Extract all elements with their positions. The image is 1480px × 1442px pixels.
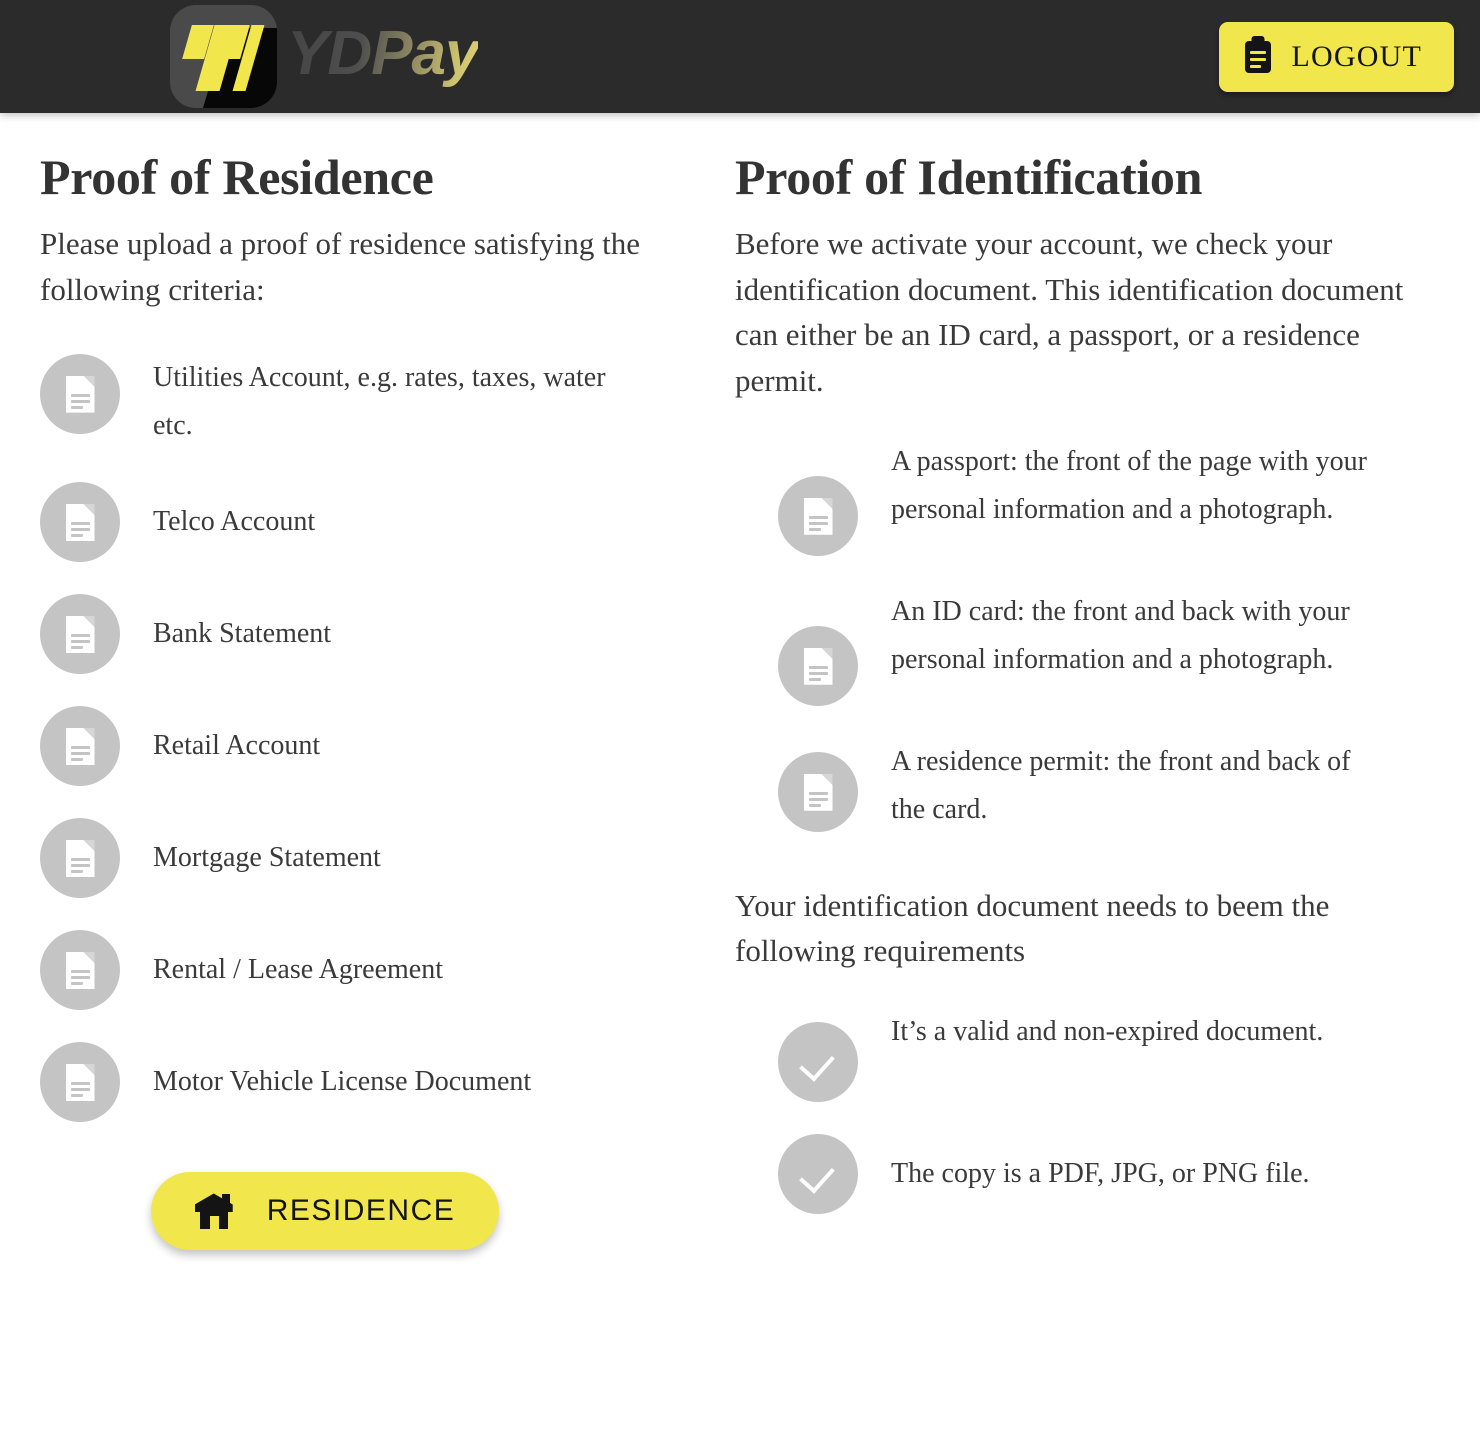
requirements-heading-wrap: Your identification document needs to be…	[735, 883, 1450, 974]
home-icon	[194, 1193, 233, 1230]
residence-button-label: RESIDENCE	[266, 1194, 456, 1228]
list-item-label: Mortgage Statement	[153, 842, 381, 874]
document-icon	[778, 752, 858, 833]
list-item: Rental / Lease Agreement	[40, 930, 700, 1011]
list-item: The copy is a PDF, JPG, or PNG file.	[778, 1133, 1450, 1214]
document-icon	[40, 482, 120, 563]
residence-intro: Please upload a proof of residence satis…	[40, 226, 641, 307]
brand-name: YDPay	[287, 22, 479, 91]
clipboard-icon	[1245, 41, 1272, 73]
residence-title: Proof of Residence	[40, 149, 434, 205]
app-header: YDPay LOGOUT	[0, 0, 1480, 113]
list-item: A passport: the front of the page with y…	[778, 438, 1450, 557]
document-icon	[40, 818, 120, 899]
list-item: It’s a valid and non-expired document.	[778, 1008, 1450, 1102]
residence-criteria-list: Utilities Account, e.g. rates, taxes, wa…	[40, 354, 700, 1123]
document-icon	[40, 354, 120, 435]
list-item: Mortgage Statement	[40, 818, 700, 899]
identification-intro: Before we activate your account, we chec…	[735, 226, 1404, 398]
logout-button[interactable]: LOGOUT	[1219, 22, 1454, 92]
document-icon	[778, 626, 858, 707]
document-icon	[40, 706, 120, 787]
list-item: Motor Vehicle License Document	[40, 1042, 700, 1123]
residence-upload-button[interactable]: RESIDENCE	[150, 1172, 500, 1251]
list-item: An ID card: the front and back with your…	[778, 588, 1450, 707]
list-item-label: It’s a valid and non-expired document.	[891, 1015, 1324, 1047]
list-item-label: Rental / Lease Agreement	[153, 954, 443, 986]
logout-button-label: LOGOUT	[1291, 40, 1422, 73]
list-item-label: Bank Statement	[153, 618, 332, 650]
proof-of-identification-section: Proof of Identification Before we activa…	[735, 113, 1480, 1250]
list-item-label: Utilities Account, e.g. rates, taxes, wa…	[153, 362, 606, 442]
check-icon	[778, 1133, 858, 1214]
list-item-label: The copy is a PDF, JPG, or PNG file.	[891, 1157, 1310, 1189]
document-icon	[40, 1042, 120, 1123]
document-icon	[40, 930, 120, 1011]
document-icon	[40, 594, 120, 675]
list-item-label: A residence permit: the front and back o…	[891, 746, 1351, 826]
ydpay-logo-mark-icon	[170, 5, 277, 108]
list-item: A residence permit: the front and back o…	[778, 738, 1450, 834]
list-item: Utilities Account, e.g. rates, taxes, wa…	[40, 354, 700, 450]
identification-documents-list: A passport: the front of the page with y…	[778, 438, 1450, 834]
identification-requirements-list: It’s a valid and non-expired document. T…	[778, 1008, 1450, 1214]
list-item-label: Motor Vehicle License Document	[153, 1066, 532, 1098]
list-item: Telco Account	[40, 482, 700, 563]
residence-button-row: RESIDENCE	[40, 1172, 700, 1251]
list-item-label: Telco Account	[153, 506, 316, 538]
check-icon	[778, 1021, 858, 1102]
list-item: Retail Account	[40, 706, 700, 787]
list-item-label: An ID card: the front and back with your…	[891, 596, 1350, 676]
list-item-label: Retail Account	[153, 730, 321, 762]
requirements-heading: Your identification document needs to be…	[735, 887, 1330, 969]
list-item-label: A passport: the front of the page with y…	[891, 446, 1367, 526]
proof-of-residence-section: Proof of Residence Please upload a proof…	[0, 113, 735, 1251]
page-content: Proof of Residence Please upload a proof…	[0, 113, 1480, 1251]
identification-title: Proof of Identification	[735, 149, 1203, 205]
list-item: Bank Statement	[40, 594, 700, 675]
brand: YDPay	[170, 5, 479, 108]
document-icon	[778, 476, 858, 557]
